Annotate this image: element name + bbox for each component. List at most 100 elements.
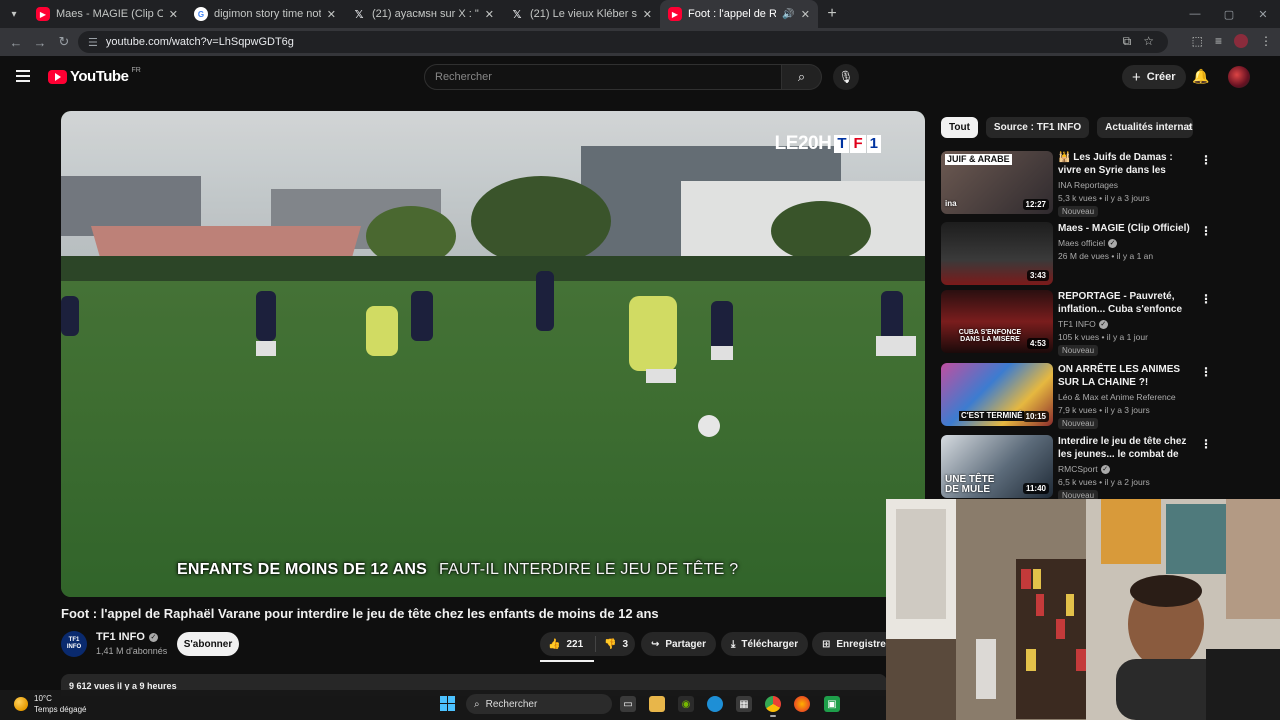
share-button[interactable]: ↪ Partager — [641, 632, 716, 656]
chip-international-news[interactable]: Actualités internatio — [1097, 117, 1194, 138]
browser-tab-strip: ▾ ▶ Maes - MAGIE (Clip Officiel) - Y ✕ G… — [0, 0, 1280, 28]
tab-search-icon[interactable]: ▾ — [0, 0, 28, 28]
weather-widget[interactable]: 10°C Temps dégagé — [14, 693, 86, 715]
close-tab-icon[interactable]: ✕ — [801, 8, 810, 21]
account-avatar[interactable] — [1228, 66, 1250, 88]
video-player[interactable]: LE20H T F 1 ENFANTS DE MOINS DE 12 ANS F… — [61, 111, 925, 597]
recommended-meta: 5,3 k vues • il y a 3 jours — [1058, 193, 1150, 203]
browser-tab[interactable]: 𝕏 (21) ayaсмsн sur X : "@SindyOt ✕ — [344, 0, 502, 28]
download-button[interactable]: ⤓ Télécharger — [721, 632, 809, 656]
close-tab-icon[interactable]: ✕ — [169, 8, 178, 21]
subscribe-button[interactable]: S'abonner — [177, 632, 239, 656]
channel-name[interactable]: TF1 INFO ✓ — [96, 631, 158, 643]
close-tab-icon[interactable]: ✕ — [643, 8, 652, 21]
video-thumbnail[interactable]: JUIF & ARABE ina 12:27 — [941, 151, 1053, 214]
video-thumbnail[interactable]: 3:43 — [941, 222, 1053, 285]
recommended-title[interactable]: ON ARRÊTE LES ANIMES SUR LA CHAINE ?! — [1058, 363, 1196, 389]
thumbnail-text: UNE TÊTE DE MULE — [945, 474, 995, 495]
chevron-right-icon[interactable]: › — [1188, 120, 1192, 134]
like-count: 221 — [566, 638, 584, 650]
edge-icon[interactable] — [707, 696, 723, 712]
channel-text: INA Reportages — [1058, 180, 1119, 190]
browser-menu-icon[interactable]: ⋮ — [1260, 34, 1272, 48]
more-options-icon[interactable]: ⋮ — [1200, 365, 1212, 379]
recommended-title[interactable]: REPORTAGE - Pauvreté, inflation... Cuba … — [1058, 290, 1196, 317]
reload-icon[interactable]: ↻ — [52, 34, 76, 50]
recommended-meta: 26 M de vues • il y a 1 an — [1058, 251, 1154, 261]
close-tab-icon[interactable]: ✕ — [485, 8, 494, 21]
recommended-channel[interactable]: Maes officiel ✓ — [1058, 238, 1118, 248]
weather-condition: Temps dégagé — [34, 705, 87, 714]
more-options-icon[interactable]: ⋮ — [1200, 437, 1212, 451]
app-icon[interactable]: ▣ — [824, 696, 840, 712]
url-text: youtube.com/watch?v=LhSqpwGDT6g — [105, 36, 294, 48]
youtube-icon: ▶ — [36, 7, 50, 21]
create-label: Créer — [1146, 71, 1176, 83]
task-view-icon[interactable]: ▭ — [620, 696, 636, 712]
recommended-title[interactable]: Maes - MAGIE (Clip Officiel) — [1058, 222, 1196, 235]
recommended-title[interactable]: Interdire le jeu de tête chez les jeunes… — [1058, 435, 1196, 462]
media-controls-icon[interactable]: ≡ — [1215, 34, 1222, 48]
taskbar-search[interactable]: ⌕ Rechercher — [466, 694, 612, 714]
store-icon[interactable]: ▦ — [736, 696, 752, 712]
video-thumbnail[interactable]: CUBA S'ENFONCE DANS LA MISÈRE 4:53 — [941, 290, 1053, 353]
url-field[interactable]: ☰ youtube.com/watch?v=LhSqpwGDT6g — [78, 31, 1168, 53]
search-button[interactable]: ⌕ — [782, 64, 822, 90]
video-thumbnail[interactable]: C'EST TERMINÉ 10:15 — [941, 363, 1053, 426]
chrome-icon[interactable] — [765, 696, 781, 712]
temperature: 10°C — [34, 694, 52, 703]
maximize-icon[interactable]: ▢ — [1212, 8, 1246, 21]
recommended-channel[interactable]: TF1 INFO ✓ — [1058, 319, 1108, 329]
forward-icon[interactable]: → — [28, 35, 52, 50]
profile-avatar[interactable] — [1234, 34, 1248, 48]
bookmark-star-icon[interactable]: ☆ — [1143, 34, 1154, 49]
video-duration: 10:15 — [1022, 411, 1049, 422]
chip-all[interactable]: Tout — [941, 117, 978, 138]
nvidia-icon[interactable]: ◉ — [678, 696, 694, 712]
browser-tab[interactable]: ▶ Maes - MAGIE (Clip Officiel) - Y ✕ — [28, 0, 186, 28]
save-button[interactable]: ⊞ Enregistrer — [812, 632, 886, 656]
subscriber-count: 1,41 M d'abonnés — [96, 646, 168, 656]
minimize-icon[interactable]: — — [1178, 8, 1212, 20]
new-tab-icon[interactable]: + — [818, 5, 846, 23]
more-options-icon[interactable]: ⋮ — [1200, 224, 1212, 238]
site-info-icon[interactable]: ☰ — [88, 36, 98, 49]
chip-source[interactable]: Source : TF1 INFO — [985, 117, 1090, 138]
browser-tab[interactable]: 𝕏 (21) Le vieux Kléber sur X : "Les ✕ — [502, 0, 660, 28]
youtube-logo[interactable]: YouTube FR — [48, 67, 141, 85]
recommended-video[interactable]: C'EST TERMINÉ 10:15 ON ARRÊTE LES ANIMES… — [941, 363, 1213, 429]
notifications-icon[interactable]: 🔔 — [1192, 68, 1209, 85]
recommended-video[interactable]: JUIF & ARABE ina 12:27 🕌 Les Juifs de Da… — [941, 151, 1213, 217]
video-thumbnail[interactable]: UNE TÊTE DE MULE 11:40 — [941, 435, 1053, 498]
file-explorer-icon[interactable] — [649, 696, 665, 712]
more-options-icon[interactable]: ⋮ — [1200, 292, 1212, 306]
speaker-icon[interactable]: 🔊 — [782, 9, 794, 20]
recommended-channel[interactable]: INA Reportages — [1058, 180, 1118, 190]
more-options-icon[interactable]: ⋮ — [1200, 153, 1212, 167]
tf1-letter: T — [834, 135, 850, 153]
recommended-video[interactable]: 3:43 Maes - MAGIE (Clip Officiel) Maes o… — [941, 222, 1213, 286]
dislike-button[interactable]: 👎 3 — [596, 639, 628, 650]
firefox-icon[interactable] — [794, 696, 810, 712]
create-button[interactable]: + Créer — [1122, 65, 1186, 89]
menu-icon[interactable] — [16, 70, 30, 85]
voice-search-icon[interactable]: 🎙 — [833, 64, 859, 90]
windows-start-icon[interactable] — [440, 696, 455, 711]
recommended-video[interactable]: CUBA S'ENFONCE DANS LA MISÈRE 4:53 REPOR… — [941, 290, 1213, 356]
channel-avatar[interactable]: TF1 INFO — [61, 631, 87, 657]
close-tab-icon[interactable]: ✕ — [327, 8, 336, 21]
recommended-channel[interactable]: RMCSport ✓ — [1058, 464, 1110, 474]
recommended-channel[interactable]: Léo & Max et Anime Reference — [1058, 392, 1176, 402]
cast-icon[interactable]: ⧉ — [1123, 34, 1132, 49]
save-label: Enregistrer — [836, 638, 886, 650]
close-window-icon[interactable]: ✕ — [1246, 8, 1280, 21]
tf1-letter: 1 — [866, 135, 881, 153]
browser-tab-active[interactable]: ▶ Foot : l'appel de Raphaël Va 🔊 ✕ — [660, 0, 818, 28]
extensions-icon[interactable]: ⬚ — [1192, 34, 1203, 48]
recommended-title[interactable]: 🕌 Les Juifs de Damas : vivre en Syrie da… — [1058, 151, 1196, 178]
recommended-video[interactable]: UNE TÊTE DE MULE 11:40 Interdire le jeu … — [941, 435, 1213, 501]
like-button[interactable]: 👍 221 — [540, 636, 596, 652]
search-input[interactable]: Rechercher — [424, 64, 782, 90]
browser-tab[interactable]: G digimon story time note jvc - R ✕ — [186, 0, 344, 28]
back-icon[interactable]: ← — [4, 35, 28, 50]
